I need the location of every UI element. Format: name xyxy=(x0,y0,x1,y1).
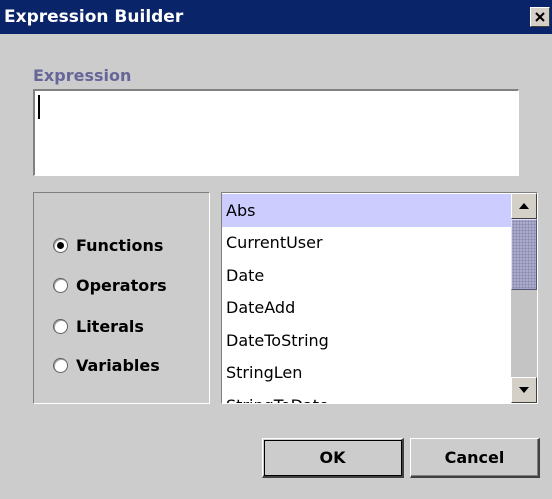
text-caret xyxy=(38,95,40,119)
list-item-currentuser[interactable]: CurrentUser xyxy=(222,227,511,260)
radio-button[interactable] xyxy=(53,318,68,334)
radio-button-checked[interactable] xyxy=(53,237,68,253)
radio-operators[interactable]: Operators xyxy=(53,273,167,297)
category-radio-group: Functions Operators Literals Variables xyxy=(33,192,210,404)
scroll-up-button[interactable] xyxy=(511,193,537,219)
expression-builder-dialog: Expression Builder Expression Functions … xyxy=(0,0,552,499)
scroll-thumb[interactable] xyxy=(511,219,537,290)
radio-label: Variables xyxy=(76,355,160,375)
radio-literals[interactable]: Literals xyxy=(53,314,144,338)
list-item-stringtodate[interactable]: StringToDate xyxy=(222,389,511,403)
arrow-down-icon xyxy=(519,387,529,393)
list-item-abs[interactable]: Abs xyxy=(222,194,511,227)
radio-variables[interactable]: Variables xyxy=(53,353,160,377)
radio-button[interactable] xyxy=(53,277,68,293)
expression-input[interactable] xyxy=(35,91,518,175)
function-list[interactable]: Abs CurrentUser Date DateAdd DateToStrin… xyxy=(221,192,538,404)
window-title: Expression Builder xyxy=(4,7,184,27)
radio-label: Literals xyxy=(76,316,144,336)
list-item-date[interactable]: Date xyxy=(222,259,511,292)
close-icon xyxy=(535,12,545,22)
cancel-button[interactable]: Cancel xyxy=(410,438,540,478)
list-item-dateadd[interactable]: DateAdd xyxy=(222,292,511,325)
list-items: Abs CurrentUser Date DateAdd DateToStrin… xyxy=(222,194,511,403)
ok-button[interactable]: OK xyxy=(262,438,404,478)
expression-field[interactable] xyxy=(33,89,519,176)
expression-label: Expression xyxy=(33,66,132,85)
list-item-stringlen[interactable]: StringLen xyxy=(222,357,511,390)
radio-label: Operators xyxy=(76,275,167,295)
title-bar[interactable]: Expression Builder xyxy=(0,0,552,34)
radio-button[interactable] xyxy=(53,357,68,373)
radio-functions[interactable]: Functions xyxy=(53,233,163,257)
vertical-scrollbar[interactable] xyxy=(511,193,537,403)
radio-label: Functions xyxy=(76,235,164,255)
close-button[interactable] xyxy=(530,7,550,27)
arrow-up-icon xyxy=(519,203,529,209)
scroll-down-button[interactable] xyxy=(511,377,537,403)
list-item-datetostring[interactable]: DateToString xyxy=(222,324,511,357)
